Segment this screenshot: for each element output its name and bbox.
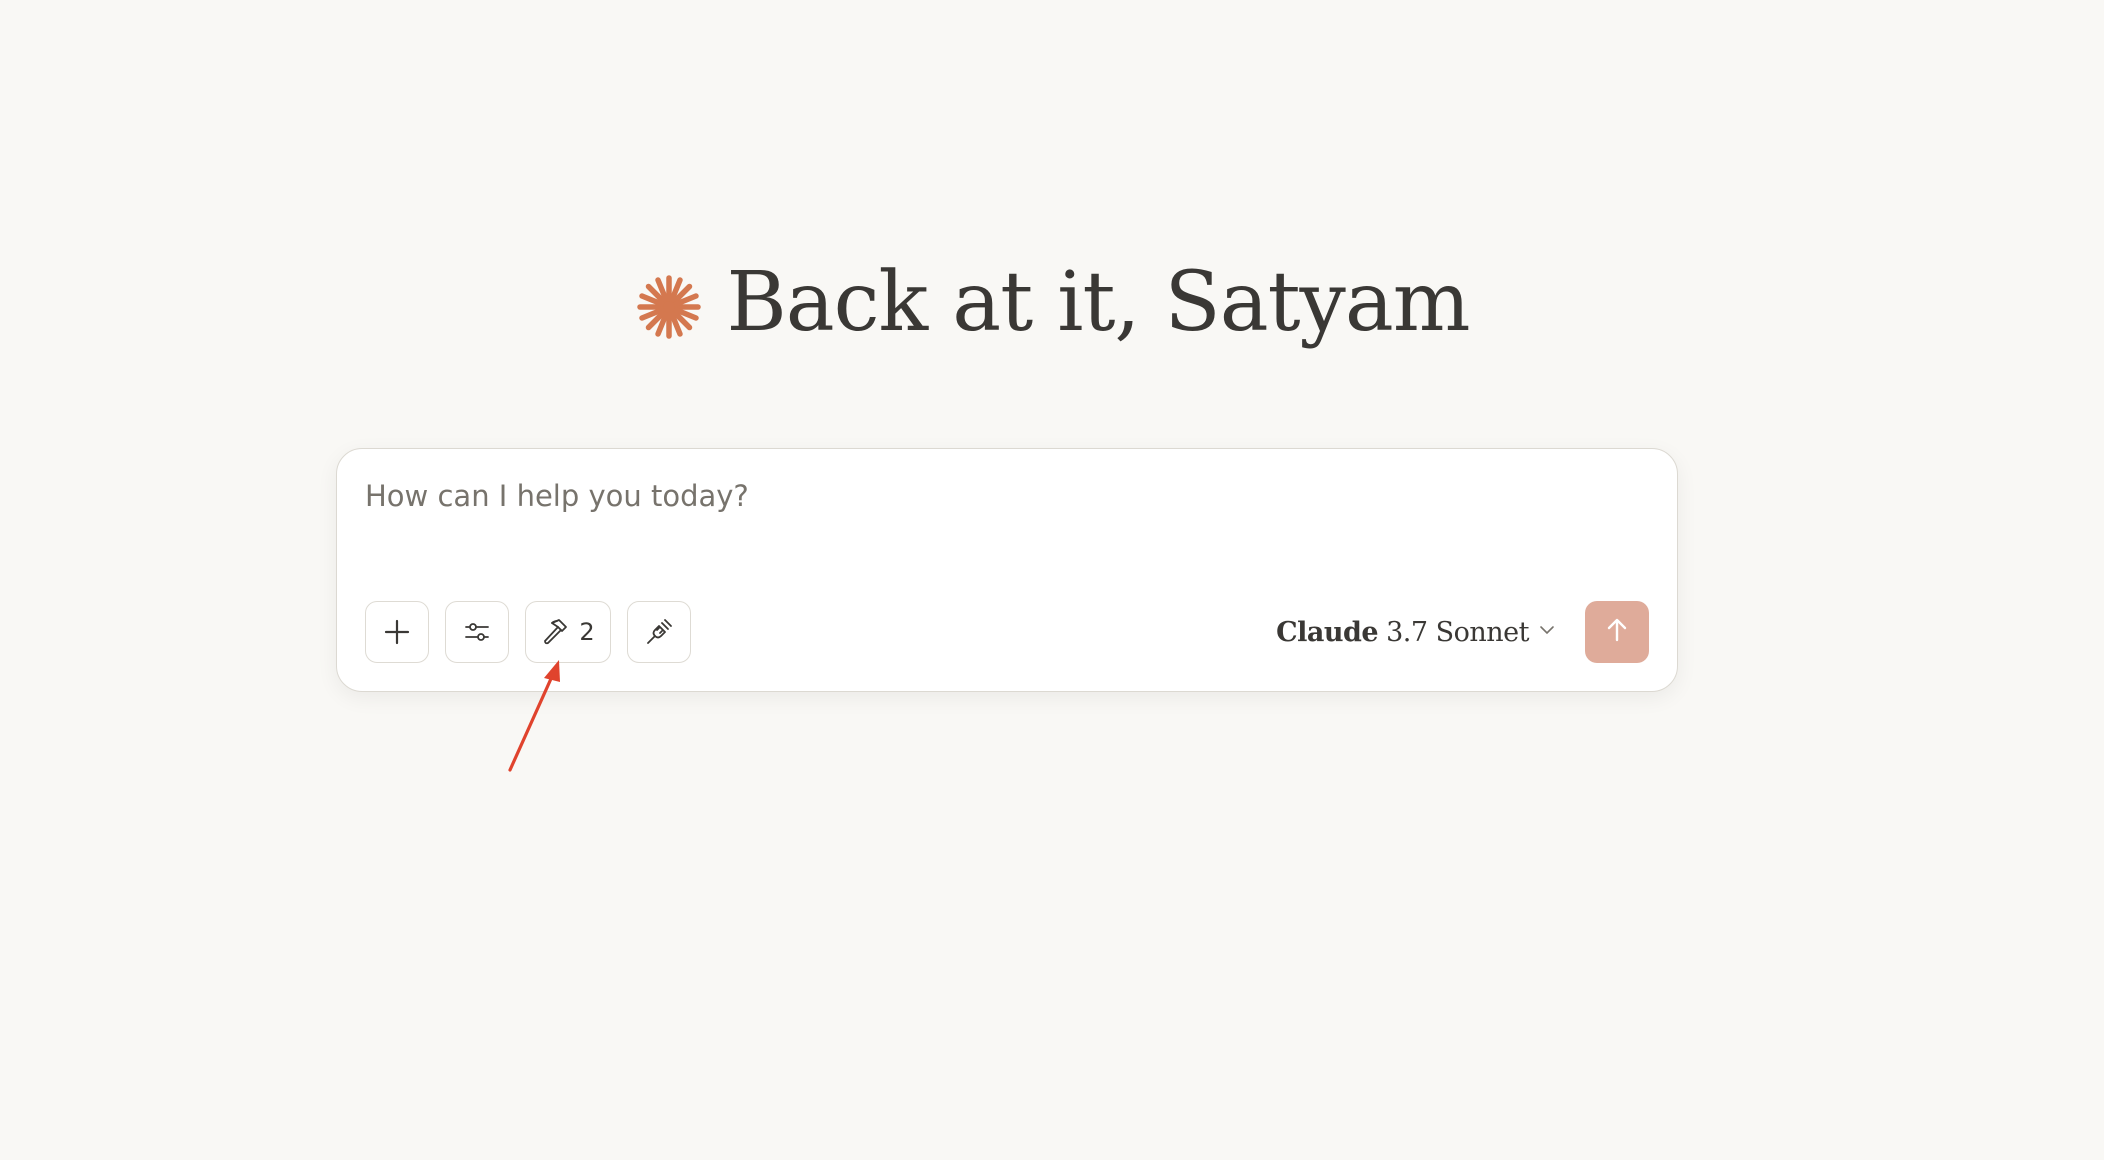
- model-name: Claude: [1276, 616, 1379, 648]
- model-version: 3.7 Sonnet: [1386, 616, 1529, 648]
- tools-button[interactable]: 2: [525, 601, 611, 663]
- claude-spark-icon: [634, 272, 704, 342]
- chevron-down-icon: [1537, 620, 1557, 644]
- connect-button[interactable]: [627, 601, 691, 663]
- settings-button[interactable]: [445, 601, 509, 663]
- plus-icon: [383, 618, 411, 646]
- model-selector[interactable]: Claude 3.7 Sonnet: [1276, 601, 1557, 663]
- hammer-icon: [541, 617, 571, 647]
- arrow-up-icon: [1603, 616, 1631, 648]
- plug-icon: [644, 617, 674, 647]
- greeting-title: Back at it, Satyam: [726, 255, 1470, 350]
- add-button[interactable]: [365, 601, 429, 663]
- page: Back at it, Satyam How can I help you to…: [0, 0, 2104, 1160]
- tools-count: 2: [579, 618, 595, 646]
- sliders-icon: [463, 618, 491, 646]
- message-input[interactable]: [365, 479, 1565, 513]
- greeting: Back at it, Satyam: [0, 262, 2104, 344]
- send-button[interactable]: [1585, 601, 1649, 663]
- composer: 2 Claude 3.7 Sonnet: [336, 448, 1678, 692]
